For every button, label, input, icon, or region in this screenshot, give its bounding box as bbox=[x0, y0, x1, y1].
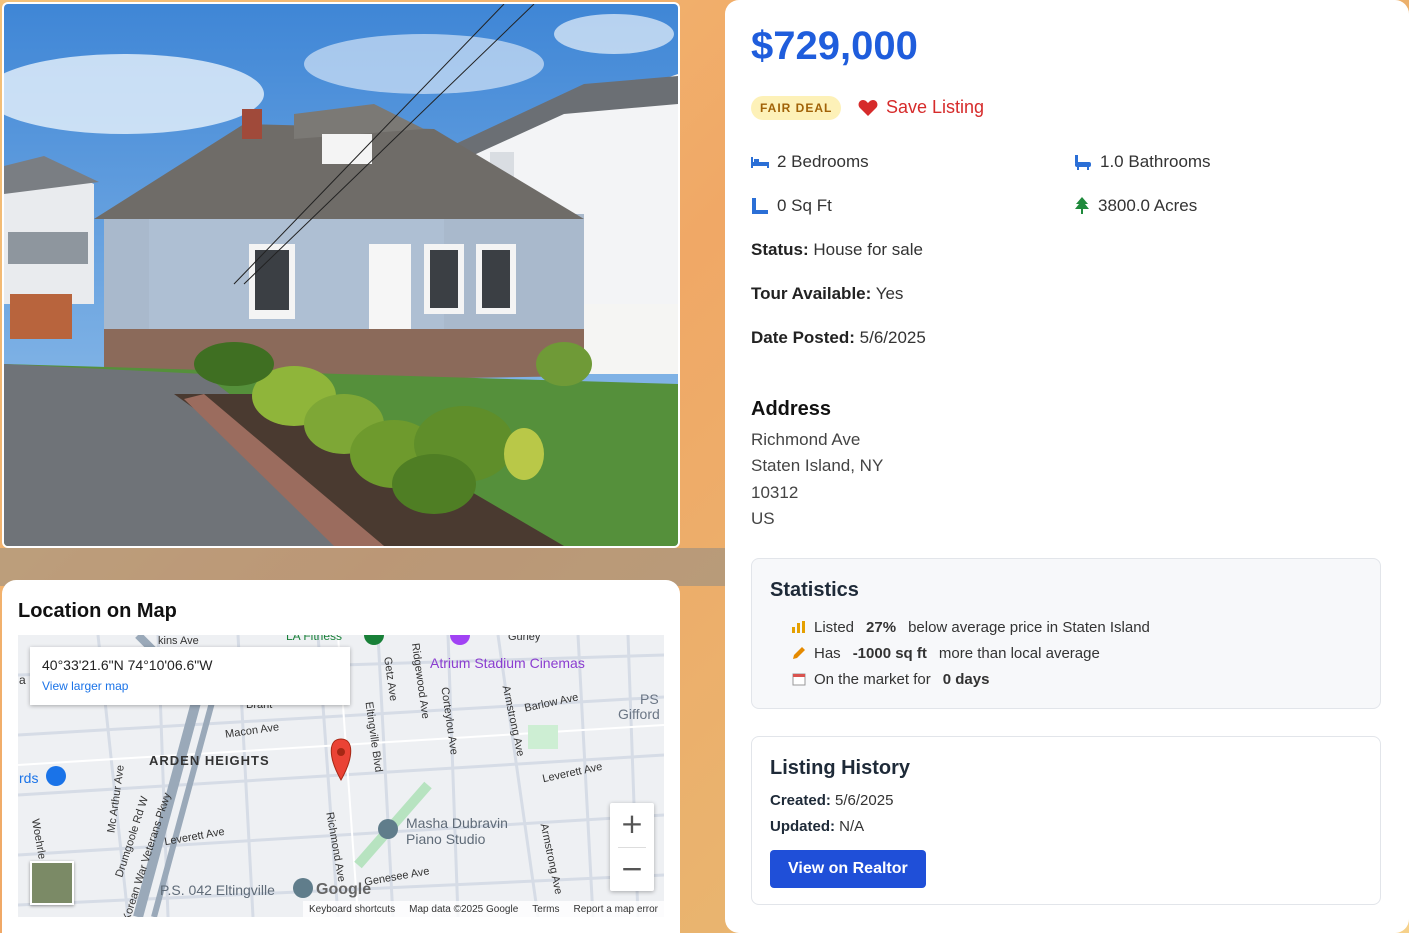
keyboard-shortcuts-link[interactable]: Keyboard shortcuts bbox=[309, 904, 395, 915]
listing-photo-card bbox=[2, 2, 680, 548]
stat-sqft-suffix: more than local average bbox=[938, 644, 1100, 662]
tour-label: Tour Available: bbox=[751, 284, 872, 303]
house-photo[interactable] bbox=[4, 4, 678, 546]
map-title: Location on Map bbox=[18, 600, 177, 622]
bedrooms-feature: 2 Bedrooms bbox=[751, 152, 869, 172]
address-street: Richmond Ave bbox=[751, 430, 861, 449]
heart-icon bbox=[858, 99, 878, 116]
stat-market-value: 0 days bbox=[942, 670, 990, 688]
tour-row: Tour Available: Yes bbox=[751, 284, 903, 304]
stat-row-sqft: Has -1000 sq ft more than local average bbox=[792, 640, 1362, 666]
save-listing-label: Save Listing bbox=[886, 97, 985, 117]
map-info-box: 40°33'21.6"N 74°10'06.6"W View larger ma… bbox=[30, 647, 350, 705]
satellite-toggle[interactable] bbox=[30, 861, 74, 905]
listing-price: $729,000 bbox=[751, 24, 918, 68]
report-error-link[interactable]: Report a map error bbox=[574, 904, 658, 915]
map-label-edge-a: a bbox=[19, 673, 26, 687]
map-label-ps-gifford-1: PS bbox=[640, 691, 659, 707]
stat-sqft-value: -1000 sq ft bbox=[852, 644, 927, 662]
status-value: House for sale bbox=[813, 240, 923, 259]
listing-history-title: Listing History bbox=[770, 757, 911, 779]
calendar-icon bbox=[792, 673, 806, 686]
map-label-kins-ave: kins Ave bbox=[158, 635, 199, 647]
map-label-ps-gifford-2: Gifford bbox=[618, 706, 660, 722]
updated-label: Updated: bbox=[770, 818, 835, 835]
address-zip: 10312 bbox=[751, 483, 799, 502]
date-posted-value: 5/6/2025 bbox=[859, 328, 926, 347]
map-label-piano[interactable]: Piano Studio bbox=[406, 831, 485, 847]
bar-chart-icon bbox=[792, 621, 805, 633]
zoom-out-button[interactable]: − bbox=[610, 848, 654, 892]
status-label: Status: bbox=[751, 240, 809, 259]
listing-history-panel: Listing History Created: 5/6/2025 Update… bbox=[751, 736, 1381, 905]
tree-icon bbox=[1075, 197, 1089, 214]
stat-price-suffix: below average price in Staten Island bbox=[908, 618, 1150, 636]
acres-feature: 3800.0 Acres bbox=[1074, 196, 1197, 216]
ruler-icon bbox=[752, 198, 768, 214]
bed-icon bbox=[751, 157, 769, 168]
stat-sqft-prefix: Has bbox=[814, 644, 841, 662]
created-label: Created: bbox=[770, 792, 831, 809]
map-label-atrium[interactable]: Atrium Stadium Cinemas bbox=[430, 655, 585, 671]
map-label-ps042[interactable]: P.S. 042 Eltingville bbox=[160, 882, 275, 898]
bedrooms-label: 2 Bedrooms bbox=[777, 152, 869, 171]
zoom-in-button[interactable]: + bbox=[610, 803, 654, 847]
stat-market-prefix: On the market for bbox=[814, 670, 931, 688]
zoom-control: + − bbox=[610, 803, 654, 891]
tour-value: Yes bbox=[875, 284, 904, 303]
view-on-realtor-button[interactable]: View on Realtor bbox=[770, 850, 926, 888]
bathrooms-feature: 1.0 Bathrooms bbox=[1074, 152, 1211, 172]
listing-detail-card: $729,000 FAIR DEAL Save Listing 2 Bedroo… bbox=[725, 0, 1409, 933]
acres-label: 3800.0 Acres bbox=[1098, 196, 1198, 215]
save-listing-button[interactable]: Save Listing bbox=[858, 97, 984, 118]
status-row: Status: House for sale bbox=[751, 240, 923, 260]
created-value: 5/6/2025 bbox=[835, 792, 894, 809]
view-larger-map-link[interactable]: View larger map bbox=[42, 679, 338, 693]
map-frame[interactable]: ARDEN HEIGHTS Atrium Stadium Cinemas Mas… bbox=[18, 635, 664, 917]
date-posted-row: Date Posted: 5/6/2025 bbox=[751, 328, 926, 348]
sqft-label: 0 Sq Ft bbox=[777, 196, 832, 215]
stat-row-market: On the market for 0 days bbox=[792, 666, 1362, 692]
date-posted-label: Date Posted: bbox=[751, 328, 855, 347]
sqft-feature: 0 Sq Ft bbox=[751, 196, 832, 216]
address-city-state: Staten Island, NY bbox=[751, 456, 884, 475]
stat-price-prefix: Listed bbox=[814, 618, 855, 636]
bathtub-icon bbox=[1075, 155, 1091, 170]
stat-price-value: 27% bbox=[866, 618, 897, 636]
address-title: Address bbox=[751, 398, 832, 420]
bathrooms-label: 1.0 Bathrooms bbox=[1100, 152, 1211, 171]
stat-row-price: Listed 27% below average price in Staten… bbox=[792, 614, 1362, 640]
map-label-masha[interactable]: Masha Dubravin bbox=[406, 815, 508, 831]
pencil-icon bbox=[793, 647, 805, 659]
deal-badge: FAIR DEAL bbox=[751, 96, 842, 120]
map-footer: Keyboard shortcuts Map data ©2025 Google… bbox=[302, 901, 664, 917]
map-label-arden-heights: ARDEN HEIGHTS bbox=[149, 753, 270, 768]
map-coordinates: 40°33'21.6"N 74°10'06.6"W bbox=[42, 657, 213, 673]
created-row: Created: 5/6/2025 bbox=[770, 792, 1362, 818]
map-card: Location on Map ARDEN HEIGHTS Atrium Sta… bbox=[2, 580, 680, 933]
updated-value: N/A bbox=[839, 818, 865, 835]
address-country: US bbox=[751, 509, 775, 528]
map-label-la-fitness[interactable]: LA Fitness bbox=[286, 635, 342, 643]
map-label-gurley: Gurley bbox=[508, 635, 541, 643]
map-data-text: Map data ©2025 Google bbox=[409, 903, 519, 915]
google-logo: Google bbox=[316, 881, 372, 898]
map-label-rds: rds bbox=[19, 770, 39, 786]
statistics-panel: Statistics Listed 27% below average pric… bbox=[751, 558, 1381, 709]
terms-link[interactable]: Terms bbox=[532, 904, 559, 915]
statistics-title: Statistics bbox=[770, 579, 859, 601]
updated-row: Updated: N/A bbox=[770, 818, 1362, 844]
